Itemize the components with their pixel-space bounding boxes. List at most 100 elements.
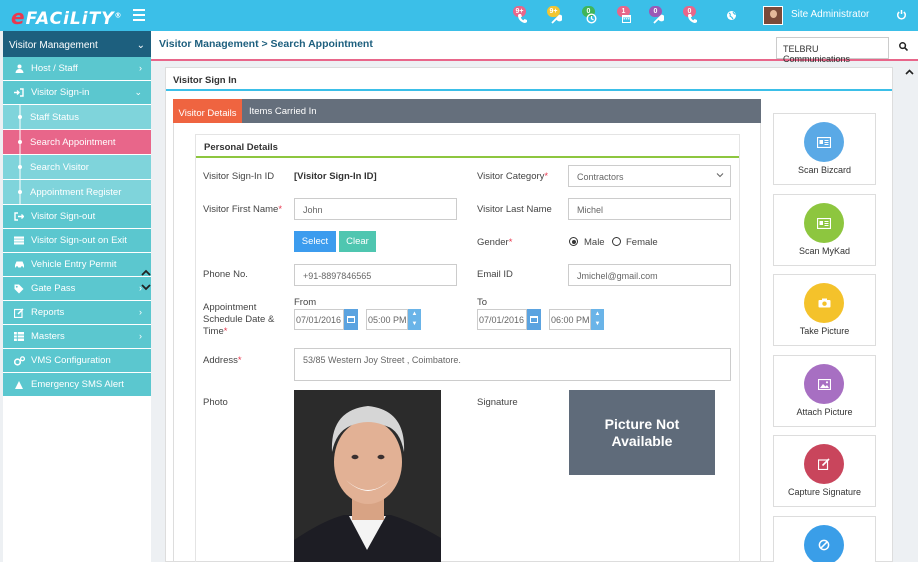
sidebar-item-host-staff[interactable]: Host / Staff › bbox=[3, 57, 151, 81]
select-button[interactable]: Select bbox=[294, 231, 336, 252]
action-label: Scan MyKad bbox=[798, 246, 851, 256]
tab-bar: Visitor Details Items Carried In bbox=[173, 99, 761, 123]
cogs-icon bbox=[13, 355, 25, 366]
phone-icon bbox=[518, 14, 527, 23]
from-time-input[interactable]: 05:00 PM bbox=[366, 309, 408, 330]
to-time-stepper[interactable]: ▲ ▼ bbox=[591, 309, 604, 330]
signin-id-label: Visitor Sign-In ID bbox=[203, 171, 275, 182]
power-icon[interactable] bbox=[896, 9, 907, 23]
sidebar-item-reports[interactable]: Reports › bbox=[3, 301, 151, 325]
email-input[interactable]: Jmichel@gmail.com bbox=[568, 264, 731, 286]
to-date-input[interactable]: 07/01/2016 bbox=[477, 309, 527, 330]
action-label: Capture Signature bbox=[787, 487, 862, 497]
signin-id-value: [Visitor Sign-In ID] bbox=[294, 171, 377, 182]
sidebar-item-label: Visitor Sign-out on Exit bbox=[31, 235, 127, 246]
visitor-category-label: Visitor Category* bbox=[477, 171, 549, 182]
scan-bizcard-button[interactable]: Scan Bizcard bbox=[773, 113, 876, 185]
sidebar-subitem-staff-status[interactable]: Staff Status bbox=[3, 105, 151, 130]
to-time-input[interactable]: 06:00 PM bbox=[549, 309, 591, 330]
app-logo[interactable]: eFACiLiTY® bbox=[11, 5, 123, 29]
ban-icon bbox=[804, 525, 844, 562]
first-name-label: Visitor First Name* bbox=[203, 204, 283, 215]
signature-label: Signature bbox=[477, 397, 518, 408]
card-title: Visitor Sign In bbox=[166, 68, 892, 91]
signature-placeholder: Picture Not Available bbox=[569, 390, 715, 475]
notification-phone-2[interactable]: 0 bbox=[683, 6, 705, 26]
sidebar-item-vms-configuration[interactable]: VMS Configuration bbox=[3, 349, 151, 373]
globe-icon[interactable] bbox=[726, 10, 737, 24]
sidebar-header[interactable]: Visitor Management ⌄ bbox=[3, 31, 151, 57]
last-name-input[interactable]: Michel bbox=[568, 198, 731, 220]
chevron-right-icon: › bbox=[139, 63, 142, 73]
calendar-icon[interactable] bbox=[527, 309, 541, 330]
visitor-photo bbox=[294, 390, 441, 562]
sidebar-subitem-label: Search Appointment bbox=[30, 136, 116, 148]
address-textarea[interactable]: 53/85 Western Joy Street , Coimbatore. bbox=[294, 348, 731, 381]
reset-photo-button[interactable] bbox=[773, 516, 876, 562]
gender-male-radio[interactable] bbox=[569, 237, 578, 246]
notification-clock[interactable]: 0 bbox=[582, 6, 604, 26]
gender-female-radio[interactable] bbox=[612, 237, 621, 246]
tag-icon bbox=[13, 284, 25, 294]
sidebar-item-visitor-sign-in[interactable]: Visitor Sign-in ⌄ bbox=[3, 81, 151, 105]
photo-label: Photo bbox=[203, 397, 228, 408]
wrench-icon bbox=[653, 14, 664, 24]
from-time-stepper[interactable]: ▲ ▼ bbox=[408, 309, 421, 330]
sidebar-scroll-arrows[interactable] bbox=[141, 268, 151, 293]
action-label: Scan Bizcard bbox=[797, 165, 852, 175]
sidebar-item-vehicle-entry-permit[interactable]: Vehicle Entry Permit bbox=[3, 253, 151, 277]
avatar[interactable] bbox=[763, 6, 783, 25]
from-date-input[interactable]: 07/01/2016 bbox=[294, 309, 344, 330]
sidebar-item-masters[interactable]: Masters › bbox=[3, 325, 151, 349]
sidebar-subitem-search-appointment[interactable]: Search Appointment bbox=[3, 130, 151, 155]
visitor-category-select[interactable]: Contractors bbox=[568, 165, 731, 187]
sidebar-item-visitor-sign-out[interactable]: Visitor Sign-out bbox=[3, 205, 151, 229]
alert-icon bbox=[13, 380, 25, 390]
phone-label: Phone No. bbox=[203, 269, 248, 280]
tab-visitor-details[interactable]: Visitor Details bbox=[173, 99, 242, 123]
sidebar-subitem-appointment-register[interactable]: Appointment Register bbox=[3, 180, 151, 205]
scroll-up-icon[interactable] bbox=[905, 67, 914, 78]
sidebar-item-label: Visitor Sign-in bbox=[31, 87, 90, 98]
scan-mykad-button[interactable]: Scan MyKad bbox=[773, 194, 876, 266]
section-title: Personal Details bbox=[196, 135, 739, 158]
gender-female-label[interactable]: Female bbox=[626, 237, 658, 249]
sidebar-item-visitor-sign-out-on-exit[interactable]: Visitor Sign-out on Exit bbox=[3, 229, 151, 253]
attach-picture-button[interactable]: Attach Picture bbox=[773, 355, 876, 427]
sidebar-item-label: Reports bbox=[31, 307, 65, 318]
sidebar-subitem-search-visitor[interactable]: Search Visitor bbox=[3, 155, 151, 180]
sidebar-subitem-label: Search Visitor bbox=[30, 161, 89, 173]
sidebar-item-label: Emergency SMS Alert bbox=[31, 379, 124, 390]
user-icon bbox=[13, 64, 25, 74]
schedule-label: Appointment Schedule Date & Time* bbox=[203, 302, 275, 337]
notification-calendar[interactable]: 1 bbox=[617, 6, 639, 26]
server-icon bbox=[13, 236, 25, 246]
user-name[interactable]: Site Administrator bbox=[791, 9, 869, 20]
phone-input[interactable]: +91-8897846565 bbox=[294, 264, 457, 286]
take-picture-button[interactable]: Take Picture bbox=[773, 274, 876, 346]
capture-signature-button[interactable]: Capture Signature bbox=[773, 435, 876, 507]
clear-button[interactable]: Clear bbox=[339, 231, 376, 252]
menu-toggle-icon[interactable] bbox=[133, 9, 145, 21]
chevron-down-icon bbox=[716, 173, 724, 178]
tab-items-carried-in[interactable]: Items Carried In bbox=[249, 99, 317, 123]
sidebar-item-label: Visitor Sign-out bbox=[31, 211, 96, 222]
calendar-icon[interactable] bbox=[344, 309, 358, 330]
gender-male-label[interactable]: Male bbox=[584, 237, 605, 249]
pen-icon bbox=[804, 444, 844, 484]
org-search-input[interactable]: TELBRU Communications bbox=[776, 37, 889, 64]
wrench-icon bbox=[551, 14, 562, 24]
sidebar-item-gate-pass[interactable]: Gate Pass › bbox=[3, 277, 151, 301]
notification-wrench[interactable]: 9+ bbox=[547, 6, 569, 26]
chevron-right-icon: › bbox=[139, 331, 142, 341]
id-card-icon bbox=[804, 203, 844, 243]
notification-wrench-2[interactable]: 0 bbox=[649, 6, 671, 26]
search-icon[interactable] bbox=[899, 42, 909, 54]
first-name-input[interactable]: John bbox=[294, 198, 457, 220]
top-bar: eFACiLiTY® 9+ 9+ 0 1 0 0 Site Administra… bbox=[0, 0, 918, 31]
notification-phone[interactable]: 9+ bbox=[513, 6, 535, 26]
image-icon bbox=[804, 364, 844, 404]
sidebar-item-label: Masters bbox=[31, 331, 65, 342]
sidebar-item-emergency-sms-alert[interactable]: Emergency SMS Alert bbox=[3, 373, 151, 397]
last-name-label: Visitor Last Name bbox=[477, 204, 552, 215]
